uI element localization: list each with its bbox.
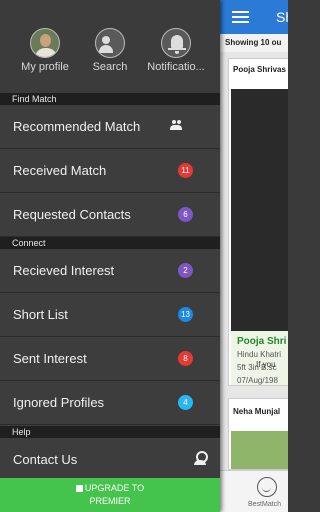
count-badge: 8 (178, 351, 193, 366)
menu-item-recieved-interest[interactable]: Recieved Interest 2 (0, 249, 220, 293)
navigation-drawer: My profile Search Notificatio... Find Ma… (0, 0, 220, 512)
premium-icon (75, 485, 83, 492)
people-icon (170, 119, 182, 131)
section-header-help: Help (0, 426, 220, 438)
menu-item-label: Ignored Profiles (13, 395, 105, 410)
menu-item-label: Sent Interest (13, 351, 87, 366)
main-content: Sh Showing 10 ou Pooja Shrivas Pooja Shr… (220, 0, 288, 512)
bottom-nav: BestMatch (220, 470, 288, 512)
profile-card[interactable]: Pooja Shrivas Pooja Shri Hindu Khatri 5f… (228, 58, 288, 386)
count-badge: 13 (178, 307, 193, 322)
card-top-name: Pooja Shrivas (233, 65, 286, 74)
menu-item-label: Contact Us (13, 452, 78, 467)
drawer-header: My profile Search Notificatio... (0, 0, 220, 93)
menu-item-label: Short List (13, 307, 68, 322)
results-count-text: Showing 10 ou (220, 34, 288, 52)
section-header-find-match: Find Match (0, 93, 220, 105)
menu-item-ignored-profiles[interactable]: Ignored Profiles 4 (0, 381, 220, 425)
menu-item-label: Requested Contacts (13, 207, 131, 222)
menu-item-sent-interest[interactable]: Sent Interest 8 (0, 337, 220, 381)
main-toolbar: Sh (220, 0, 288, 34)
profile-card[interactable]: Neha Munjal (228, 398, 288, 470)
main-title: Sh (276, 9, 288, 25)
search-button[interactable]: Search (76, 28, 144, 73)
count-badge: 11 (178, 163, 193, 178)
card-prompt-text: If you (256, 360, 276, 369)
menu-item-short-list[interactable]: Short List 13 (0, 293, 220, 337)
my-profile-button[interactable]: My profile (11, 28, 79, 73)
upgrade-premier-button[interactable]: UPGRADE TO PREMIER (0, 478, 220, 512)
search-people-icon (95, 28, 125, 58)
profile-photo[interactable] (231, 89, 288, 331)
menu-item-label: Received Match (13, 163, 107, 178)
bell-icon (161, 28, 191, 58)
menu-icon[interactable] (232, 11, 249, 23)
card-top-name: Neha Munjal (233, 407, 281, 416)
profile-name: Pooja Shri (237, 336, 287, 347)
menu-item-label: Recommended Match (13, 119, 141, 134)
support-agent-icon (193, 451, 208, 465)
count-badge: 2 (178, 263, 193, 278)
count-badge: 4 (178, 395, 193, 410)
my-profile-label: My profile (21, 61, 69, 73)
menu-item-requested-contacts[interactable]: Requested Contacts 6 (0, 193, 220, 237)
menu-item-label: Recieved Interest (13, 263, 115, 278)
profile-photo[interactable] (231, 431, 288, 469)
upgrade-label-line1: UPGRADE TO (84, 483, 145, 493)
search-label: Search (92, 61, 128, 73)
count-badge: 6 (178, 207, 193, 222)
menu-item-contact-us[interactable]: Contact Us (0, 438, 220, 482)
upgrade-label-line2: PREMIER (89, 496, 131, 506)
notifications-button[interactable]: Notificatio... (142, 28, 210, 73)
notifications-label: Notificatio... (147, 61, 205, 73)
profile-summary: Pooja Shri Hindu Khatri 5ft 3in B.sc 07/… (231, 331, 288, 385)
menu-item-recommended-match[interactable]: Recommended Match (0, 105, 220, 149)
smile-icon[interactable] (257, 477, 277, 497)
bottom-nav-label[interactable]: BestMatch (248, 501, 281, 508)
menu-item-received-match[interactable]: Received Match 11 (0, 149, 220, 193)
profile-caste: Hindu Khatri (237, 350, 282, 359)
profile-dob: 07/Aug/198 (237, 376, 278, 385)
section-header-connect: Connect (0, 237, 220, 249)
avatar (30, 28, 60, 58)
